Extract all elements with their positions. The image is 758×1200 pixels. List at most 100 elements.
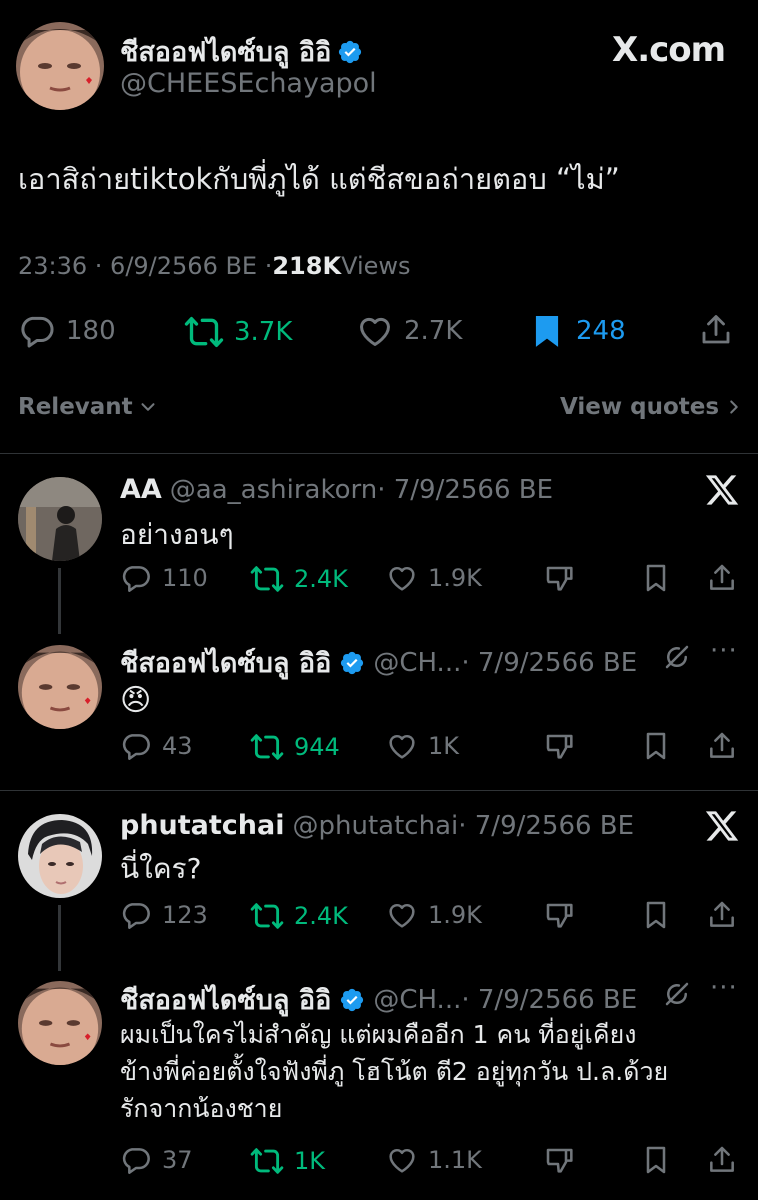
repost-button[interactable]: 2.4K — [250, 562, 348, 596]
share-button[interactable] — [698, 312, 734, 348]
grok-button[interactable] — [662, 642, 692, 676]
reply-avatar-aa[interactable] — [18, 477, 102, 561]
like-count: 1.1K — [428, 1146, 482, 1174]
downvote-button[interactable] — [544, 562, 576, 594]
reply-text: อย่างอนๆ — [120, 518, 234, 551]
share-button[interactable] — [706, 562, 738, 594]
verified-badge-icon — [339, 987, 365, 1013]
reply-author-name[interactable]: ชีสออฟไดซ์บลู อิอิ — [120, 978, 331, 1021]
avatar-image — [18, 477, 102, 561]
repost-icon — [250, 730, 284, 764]
heart-icon — [386, 1144, 418, 1176]
reply-author-name[interactable]: AA — [120, 474, 162, 505]
view-quotes-label: View quotes — [560, 394, 720, 420]
view-quotes-link[interactable]: View quotes — [560, 394, 745, 420]
bookmark-icon — [640, 1144, 672, 1176]
bookmark-filled-icon — [528, 312, 566, 350]
reply-author-name[interactable]: phutatchai — [120, 810, 285, 841]
bookmark-button[interactable] — [640, 562, 672, 594]
sort-dropdown[interactable]: Relevant — [18, 394, 159, 420]
reply-text: 😠 — [120, 683, 152, 718]
reply-count: 123 — [162, 901, 208, 929]
author-avatar[interactable] — [16, 22, 104, 110]
like-button[interactable]: 1K — [386, 730, 459, 762]
reply-button[interactable]: 180 — [18, 312, 116, 350]
downvote-button[interactable] — [544, 899, 576, 931]
repost-count: 3.7K — [234, 317, 293, 347]
share-button[interactable] — [706, 1144, 738, 1176]
downvote-icon — [544, 730, 576, 762]
reply-button[interactable]: 43 — [120, 730, 193, 762]
bookmark-button[interactable] — [640, 730, 672, 762]
grok-button[interactable] — [662, 979, 692, 1013]
thread-connector — [58, 568, 61, 634]
reply-author-name[interactable]: ชีสออฟไดซ์บลู อิอิ — [120, 641, 331, 684]
reply-button[interactable]: 123 — [120, 899, 208, 931]
share-button[interactable] — [706, 899, 738, 931]
repost-button[interactable]: 2.4K — [250, 899, 348, 933]
reply-count: 110 — [162, 564, 208, 592]
bookmark-button[interactable] — [640, 1144, 672, 1176]
reply-date[interactable]: · 7/9/2566 BE — [458, 811, 634, 841]
like-button[interactable]: 1.9K — [386, 899, 482, 931]
reply-text-line: รักจากน้องชาย — [120, 1094, 283, 1123]
sort-label: Relevant — [18, 394, 133, 420]
bookmark-count: 248 — [576, 316, 626, 346]
heart-icon — [386, 899, 418, 931]
views-count: 218K — [272, 252, 342, 280]
reply-text-line: ผมเป็นใครไม่สำคัญ แต่ผมคืออีก 1 คน ที่อย… — [120, 1020, 637, 1049]
verified-badge-icon — [339, 650, 365, 676]
reply-button[interactable]: 110 — [120, 562, 208, 594]
reply-text: ผมเป็นใครไม่สำคัญ แต่ผมคืออีก 1 คน ที่อย… — [120, 1016, 752, 1127]
like-button[interactable]: 2.7K — [356, 312, 462, 350]
reply-date[interactable]: · 7/9/2566 BE — [377, 475, 553, 505]
reply-author-handle[interactable]: @aa_ashirakorn — [170, 475, 377, 505]
reply-icon — [120, 1144, 152, 1176]
author-handle[interactable]: @CHEESEchayapol — [120, 68, 377, 99]
repost-button[interactable]: 944 — [250, 730, 340, 764]
bookmark-button[interactable]: 248 — [528, 312, 626, 350]
reply-button[interactable]: 37 — [120, 1144, 193, 1176]
grok-icon — [662, 642, 692, 672]
grok-icon — [662, 979, 692, 1009]
repost-button[interactable]: 1K — [250, 1144, 325, 1178]
downvote-button[interactable] — [544, 730, 576, 762]
reply-count: 37 — [162, 1146, 193, 1174]
more-options-icon[interactable]: ··· — [710, 973, 738, 1003]
downvote-button[interactable] — [544, 1144, 576, 1176]
reply-author-handle[interactable]: @CH... — [373, 648, 461, 678]
like-count: 2.7K — [404, 316, 463, 346]
x-logo-icon — [704, 472, 740, 512]
repost-icon — [250, 562, 284, 596]
more-options-icon[interactable]: ··· — [710, 636, 738, 666]
reply-text: นี่ใคร? — [120, 852, 202, 885]
repost-icon — [250, 899, 284, 933]
reply-author-handle[interactable]: @CH... — [373, 985, 461, 1015]
reply-avatar-cheese[interactable] — [18, 981, 102, 1065]
tweet-timestamp[interactable]: 23:36 · 6/9/2566 BE · — [18, 252, 272, 280]
share-button[interactable] — [706, 730, 738, 762]
reply-date[interactable]: · 7/9/2566 BE — [461, 648, 637, 678]
reply-date[interactable]: · 7/9/2566 BE — [461, 985, 637, 1015]
like-button[interactable]: 1.1K — [386, 1144, 482, 1176]
downvote-icon — [544, 1144, 576, 1176]
brand-watermark: X.com — [612, 30, 726, 70]
share-icon — [706, 1144, 738, 1176]
bookmark-button[interactable] — [640, 899, 672, 931]
divider — [0, 790, 758, 791]
bookmark-icon — [640, 562, 672, 594]
reply-author-handle[interactable]: @phutatchai — [293, 811, 459, 841]
tweet-text: เอาสิถ่ายtiktokกับพี่ภูได้ แต่ชีสขอถ่ายต… — [18, 162, 620, 196]
repost-button[interactable]: 3.7K — [184, 312, 292, 352]
reply-icon — [18, 312, 56, 350]
bookmark-icon — [640, 730, 672, 762]
like-button[interactable]: 1.9K — [386, 562, 482, 594]
reply-count: 43 — [162, 732, 193, 760]
x-logo-icon — [704, 808, 740, 848]
avatar-image — [18, 814, 102, 898]
repost-icon — [184, 312, 224, 352]
author-name-row[interactable]: ชีสออฟไดซ์บลู อิอิ — [120, 30, 363, 73]
reply-avatar-phutatchai[interactable] — [18, 814, 102, 898]
like-count: 1.9K — [428, 564, 482, 592]
reply-avatar-cheese[interactable] — [18, 645, 102, 729]
